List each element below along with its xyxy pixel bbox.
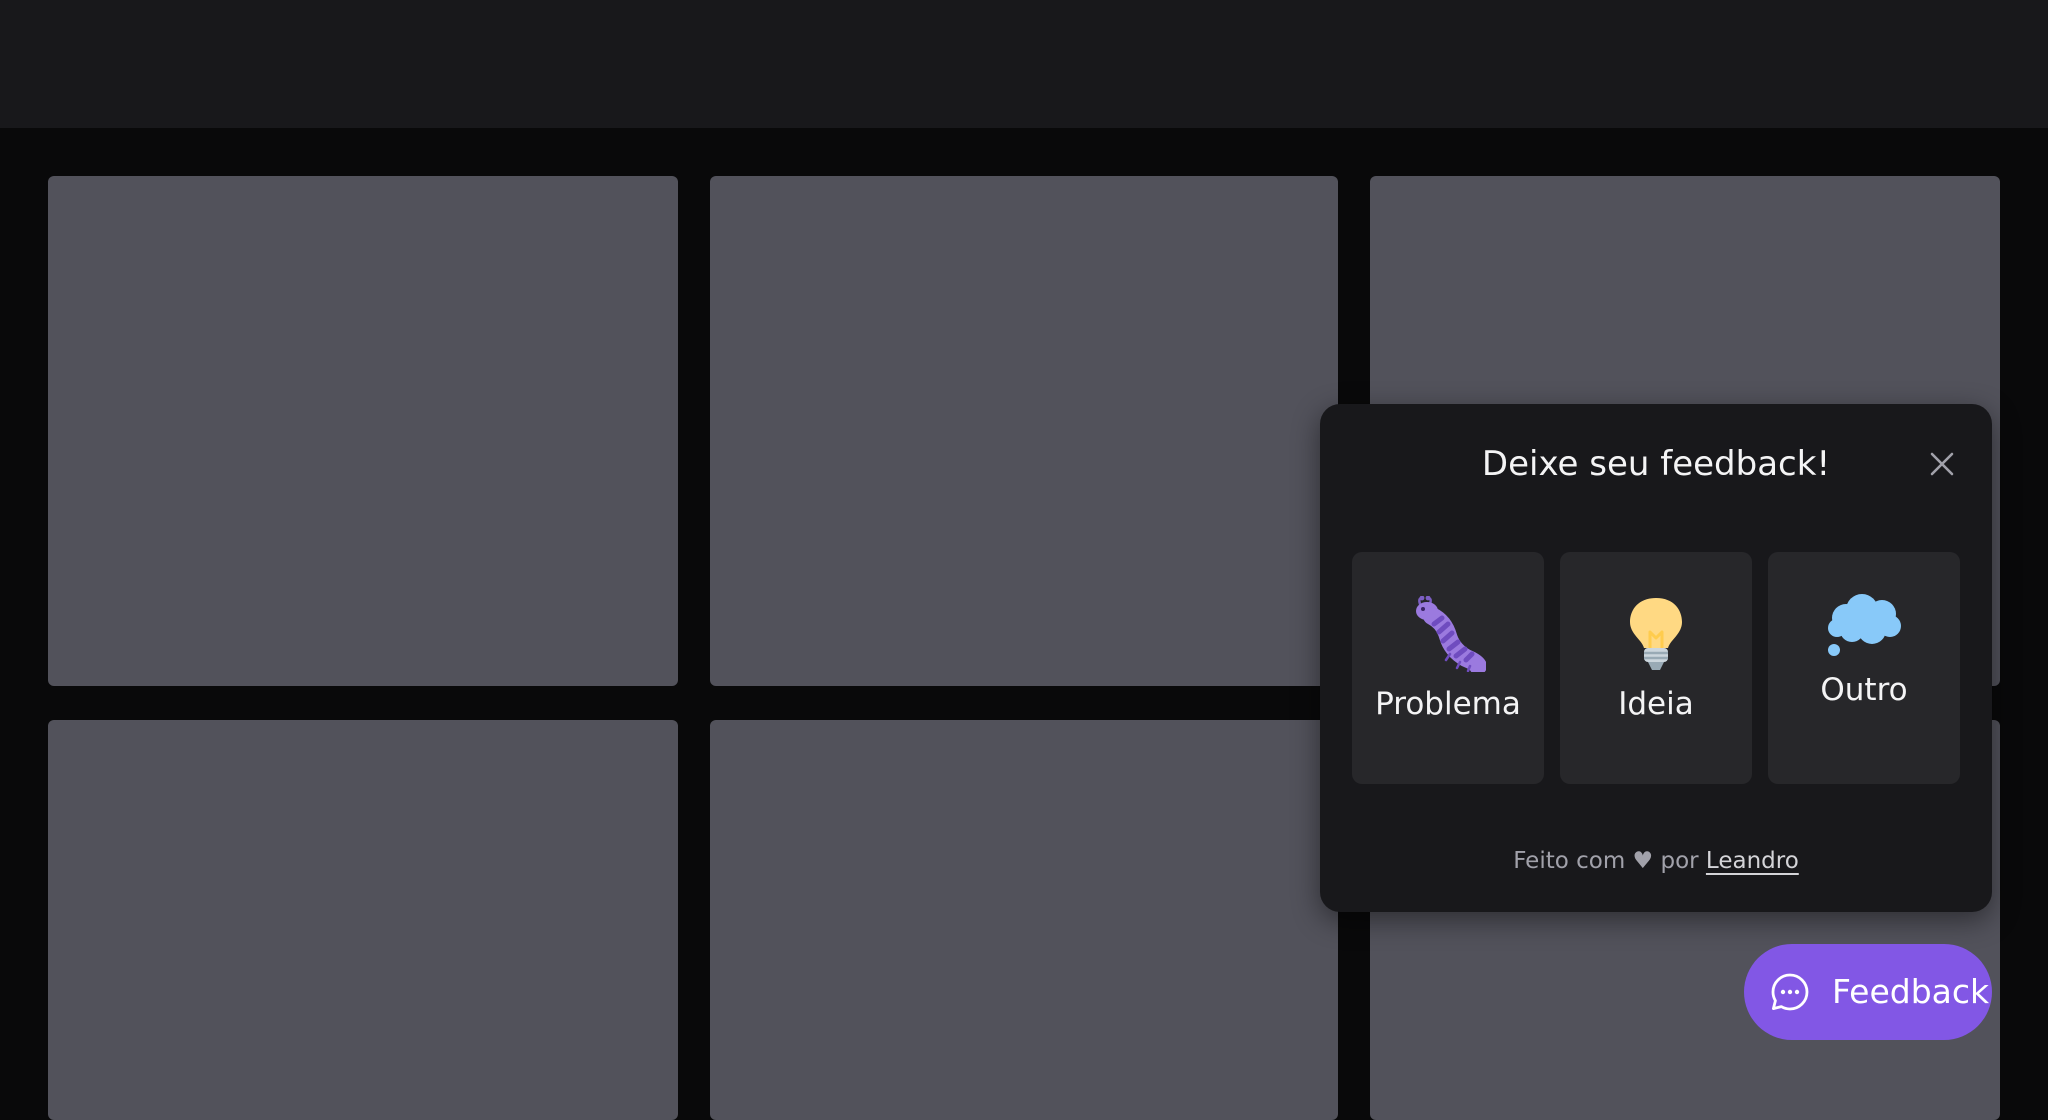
placeholder-card [710,720,1338,1120]
top-bar [0,0,2048,128]
bug-icon [1416,596,1486,672]
feedback-widget: Deixe seu feedback! Problema Ideia Outro… [1320,404,1992,912]
thought-bubble-icon [1828,594,1901,656]
lightbulb-icon [1630,598,1682,670]
option-label: Ideia [1618,686,1694,722]
chat-bubble-icon [1771,973,1809,1011]
author-link[interactable]: Leandro [1706,848,1799,874]
option-ideia-button[interactable]: Ideia [1560,552,1752,784]
widget-title: Deixe seu feedback! [1481,444,1831,484]
close-button[interactable] [1920,442,1964,486]
placeholder-card [48,176,678,686]
widget-footer: Feito com ♥ por Leandro [1320,846,1992,876]
placeholder-card [710,176,1338,686]
option-problema-button[interactable]: Problema [1352,552,1544,784]
feedback-button-label: Feedback [1832,972,1990,1011]
feedback-button[interactable]: Feedback [1744,944,1992,1040]
option-label: Problema [1375,686,1521,722]
close-icon [1930,452,1954,476]
placeholder-card [48,720,678,1120]
option-outro-button[interactable]: Outro [1768,552,1960,784]
option-label: Outro [1820,672,1908,708]
footer-text: Feito com ♥ por [1513,848,1706,874]
